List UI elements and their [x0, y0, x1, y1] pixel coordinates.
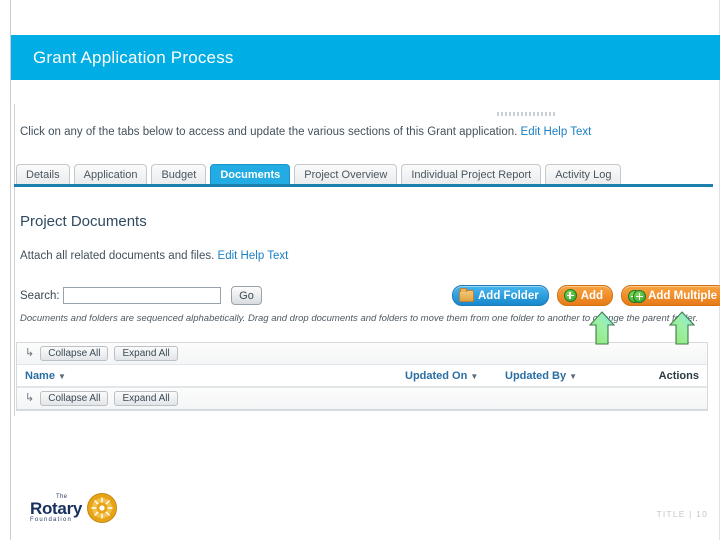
tab-underline — [14, 184, 713, 187]
scan-artifact — [497, 112, 557, 116]
column-header-name[interactable]: Name ▼ — [25, 370, 405, 382]
section-subtext: Attach all related documents and files. … — [20, 250, 288, 262]
column-header-name-label: Name — [25, 369, 55, 382]
multi-plus-circle-icon — [628, 290, 647, 303]
plus-circle-icon-front — [633, 290, 647, 303]
logo-wordmark: The Rotary Foundation — [30, 494, 82, 523]
search-input[interactable] — [63, 287, 221, 304]
tab-project-overview[interactable]: Project Overview — [294, 164, 398, 185]
table-toolbar-top: ↳ Collapse All Expand All — [17, 343, 707, 365]
rotary-wheel-icon — [87, 493, 118, 523]
logo-rotary-label: Rotary — [30, 498, 83, 518]
document-action-buttons: Add Folder Add Add Multiple — [452, 285, 720, 306]
column-header-updated-on[interactable]: Updated On ▼ — [405, 370, 505, 382]
table-header-row: Name ▼ Updated On ▼ Updated By ▼ Actions — [17, 365, 707, 387]
plus-circle-icon — [563, 289, 577, 302]
page-title: Grant Application Process — [33, 47, 234, 67]
sort-caret-name-icon: ▼ — [57, 371, 66, 381]
table-toolbar-bottom: ↳ Collapse All Expand All — [17, 387, 707, 409]
tab-documents[interactable]: Documents — [210, 164, 291, 185]
documents-table: ↳ Collapse All Expand All Name ▼ Updated … — [16, 342, 708, 411]
add-multiple-button-label: Add Multiple — [648, 289, 718, 302]
add-button-label: Add — [580, 289, 604, 302]
tab-strip: Details Application Budget Documents Pro… — [16, 163, 622, 185]
tab-application[interactable]: Application — [73, 164, 148, 185]
column-header-updated-by[interactable]: Updated By ▼ — [505, 370, 655, 382]
folder-icon — [459, 287, 474, 302]
slide-title-banner: Grant Application Process — [11, 35, 720, 80]
add-button[interactable]: Add — [556, 285, 614, 306]
annotation-arrow-add — [589, 311, 615, 345]
screenshot-left-border — [14, 104, 15, 416]
section-subtext-sentence: Attach all related documents and files. — [20, 250, 215, 262]
tab-details[interactable]: Details — [16, 164, 70, 185]
tab-activity-log[interactable]: Activity Log — [545, 164, 622, 185]
column-header-updated-by-label: Updated By — [505, 369, 567, 382]
expand-all-button-top[interactable]: Expand All — [114, 346, 178, 361]
add-folder-button-label: Add Folder — [478, 289, 539, 302]
add-multiple-button[interactable]: Add Multiple — [621, 285, 720, 306]
return-arrow-icon-bottom: ↳ — [25, 392, 35, 404]
tab-individual-project-report[interactable]: Individual Project Report — [401, 164, 542, 185]
rotary-foundation-logo: The Rotary Foundation — [30, 492, 118, 524]
return-arrow-icon-top: ↳ — [25, 347, 35, 359]
slide-footer: TITLE | 10 — [656, 509, 708, 519]
intro-help-text: Click on any of the tabs below to access… — [20, 126, 591, 138]
edit-help-text-link-section[interactable]: Edit Help Text — [218, 250, 289, 262]
column-header-updated-on-label: Updated On — [405, 369, 468, 382]
sort-caret-updated-by-icon: ▼ — [569, 371, 578, 381]
search-label: Search: — [20, 290, 60, 302]
annotation-arrow-add-multiple — [669, 311, 695, 345]
intro-help-sentence: Click on any of the tabs below to access… — [20, 126, 518, 138]
section-heading: Project Documents — [20, 213, 147, 230]
sort-caret-updated-on-icon: ▼ — [470, 371, 479, 381]
column-header-actions: Actions — [658, 369, 699, 382]
collapse-all-button-top[interactable]: Collapse All — [40, 346, 109, 361]
tab-budget[interactable]: Budget — [151, 164, 207, 185]
search-go-button[interactable]: Go — [231, 286, 262, 305]
slide-canvas: Grant Application Process Click on any o… — [0, 0, 720, 540]
add-folder-button[interactable]: Add Folder — [452, 285, 549, 306]
edit-help-text-link-top[interactable]: Edit Help Text — [521, 126, 592, 138]
slide-left-border — [10, 0, 11, 540]
expand-all-button-bottom[interactable]: Expand All — [114, 391, 178, 406]
collapse-all-button-bottom[interactable]: Collapse All — [40, 391, 109, 406]
